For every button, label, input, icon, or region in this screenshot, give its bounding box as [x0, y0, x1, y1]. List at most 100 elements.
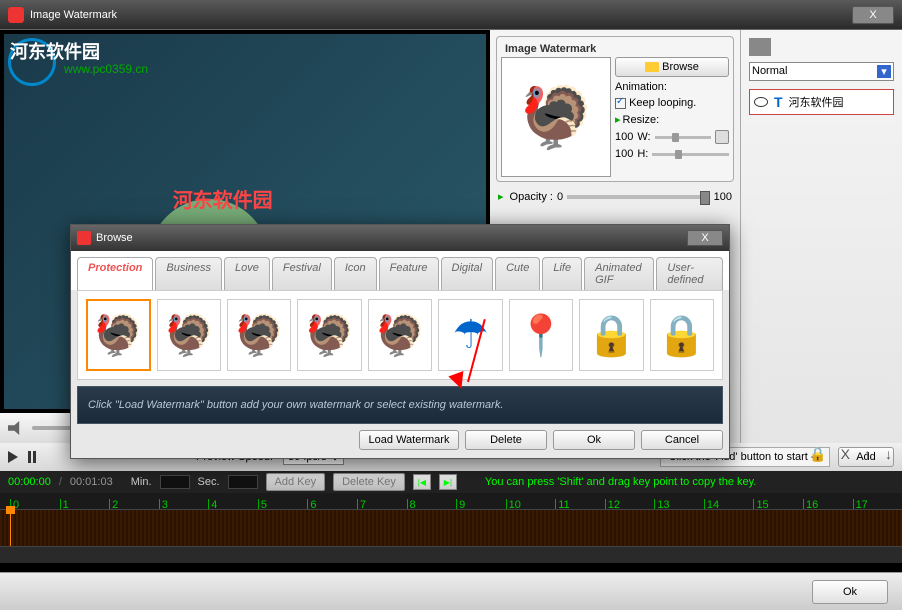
gallery-item[interactable]: 📍 — [509, 299, 573, 371]
ruler-tick: 3 — [159, 499, 209, 509]
layer-label: 河东软件园 — [789, 94, 844, 110]
app-icon — [8, 7, 24, 23]
footer-ok-button[interactable]: Ok — [812, 580, 888, 604]
resize-label: ▸Resize: — [615, 113, 729, 126]
gallery-item[interactable]: 🔒 — [650, 299, 714, 371]
category-tabs: ProtectionBusinessLoveFestivalIconFeatur… — [71, 251, 729, 290]
ruler-tick: 8 — [407, 499, 457, 509]
time-total: 00:01:03 — [70, 476, 113, 488]
ruler-tick: 7 — [357, 499, 407, 509]
visibility-icon[interactable] — [754, 97, 768, 107]
play-button[interactable] — [8, 451, 18, 463]
layer-tools: 🔒 X ↑ ↓ — [809, 446, 892, 463]
animation-label: Animation: — [615, 81, 729, 93]
ruler-tick: 14 — [704, 499, 754, 509]
pause-button[interactable] — [28, 451, 36, 463]
move-down-button[interactable]: ↓ — [885, 446, 892, 463]
min-input[interactable] — [160, 475, 190, 489]
add-key-button[interactable]: Add Key — [266, 473, 326, 491]
tab-protection[interactable]: Protection — [77, 257, 153, 290]
watermark-thumbnail[interactable]: 🦃 — [501, 57, 611, 177]
gallery-item[interactable]: 🦃 — [86, 299, 151, 371]
layers-icon[interactable] — [749, 38, 771, 56]
opacity-row: ▸Opacity :0 100 — [496, 188, 734, 205]
turkey-icon: 🦃 — [519, 82, 594, 153]
dialog-buttons: Load Watermark Delete Ok Cancel — [71, 430, 729, 458]
lock-layer-button[interactable]: 🔒 — [809, 446, 826, 463]
tab-animated-gif[interactable]: Animated GIF — [584, 257, 654, 290]
ruler-tick: 12 — [605, 499, 655, 509]
logo-url: www.pc0359.cn — [64, 62, 148, 76]
browse-dialog: Browse X ProtectionBusinessLoveFestivalI… — [70, 224, 730, 459]
tab-icon[interactable]: Icon — [334, 257, 377, 290]
ruler-tick: 16 — [803, 499, 853, 509]
ruler-tick: 17 — [853, 499, 902, 509]
gallery-item[interactable]: 🦃 — [368, 299, 432, 371]
ruler-tick: 9 — [456, 499, 506, 509]
timeline-header: 00:00:00 / 00:01:03 Min. Sec. Add Key De… — [0, 471, 902, 493]
gallery-item[interactable]: 🔒 — [579, 299, 643, 371]
window-title: Image Watermark — [30, 9, 117, 21]
next-key-button[interactable]: ▶| — [439, 474, 457, 490]
delete-layer-button[interactable]: X — [841, 446, 850, 463]
tab-life[interactable]: Life — [542, 257, 582, 290]
dialog-title: Browse — [96, 232, 133, 244]
gallery-item[interactable]: 🦃 — [157, 299, 221, 371]
ruler-tick: 2 — [109, 499, 159, 509]
watermark-overlay-text: 河东软件园 — [173, 184, 273, 213]
folder-icon — [645, 62, 659, 72]
layers-panel: Normal▾ T 河东软件园 — [740, 30, 902, 443]
height-row: 100 H: — [615, 148, 729, 160]
timeline-scrollbar[interactable] — [0, 547, 902, 563]
tab-feature[interactable]: Feature — [379, 257, 439, 290]
width-row: 100 W: — [615, 130, 729, 144]
ruler-tick: 1 — [60, 499, 110, 509]
tab-business[interactable]: Business — [155, 257, 222, 290]
timeline-track[interactable] — [0, 509, 902, 547]
gallery-item[interactable]: 🦃 — [227, 299, 291, 371]
tab-festival[interactable]: Festival — [272, 257, 332, 290]
tab-user-defined[interactable]: User-defined — [656, 257, 723, 290]
time-current: 00:00:00 — [8, 476, 51, 488]
gallery-item[interactable]: ☂ — [438, 299, 502, 371]
volume-icon[interactable] — [8, 421, 24, 435]
prev-key-button[interactable]: |◀ — [413, 474, 431, 490]
move-up-button[interactable]: ↑ — [864, 446, 871, 463]
aspect-lock-button[interactable] — [715, 130, 729, 144]
load-watermark-button[interactable]: Load Watermark — [359, 430, 459, 450]
watermark-layer-item[interactable]: T 河东软件园 — [749, 89, 894, 115]
opacity-slider[interactable] — [567, 195, 710, 199]
ruler-tick: 4 — [208, 499, 258, 509]
ruler-tick: 6 — [307, 499, 357, 509]
ruler-tick: 11 — [555, 499, 605, 509]
ruler-tick: 0 — [10, 499, 60, 509]
dialog-close-button[interactable]: X — [687, 230, 723, 246]
height-slider[interactable] — [652, 153, 729, 156]
keep-looping-row: Keep looping. — [615, 97, 729, 109]
delete-key-button[interactable]: Delete Key — [333, 473, 405, 491]
logo-text: 河东软件园 — [10, 38, 100, 64]
tab-digital[interactable]: Digital — [441, 257, 494, 290]
ruler-tick: 10 — [506, 499, 556, 509]
gallery-item[interactable]: 🦃 — [297, 299, 361, 371]
window-close-button[interactable]: X — [852, 6, 894, 24]
keep-looping-checkbox[interactable] — [615, 98, 626, 109]
chevron-down-icon: ▾ — [877, 65, 891, 78]
cancel-button[interactable]: Cancel — [641, 430, 723, 450]
timeline-ruler[interactable]: 01234567891011121314151617 — [0, 493, 902, 509]
footer-bar: Ok — [0, 572, 902, 610]
blend-mode-dropdown[interactable]: Normal▾ — [749, 62, 894, 81]
ruler-tick: 15 — [753, 499, 803, 509]
tab-love[interactable]: Love — [224, 257, 270, 290]
sec-input[interactable] — [228, 475, 258, 489]
playhead[interactable] — [10, 510, 11, 546]
panel-title: Image Watermark — [501, 41, 729, 57]
ruler-tick: 13 — [654, 499, 704, 509]
timeline-hint: You can press 'Shift' and drag key point… — [485, 476, 756, 488]
ok-button[interactable]: Ok — [553, 430, 635, 450]
browse-button[interactable]: Browse — [615, 57, 729, 77]
delete-button[interactable]: Delete — [465, 430, 547, 450]
width-slider[interactable] — [655, 136, 711, 139]
main-titlebar: Image Watermark X — [0, 0, 902, 30]
tab-cute[interactable]: Cute — [495, 257, 540, 290]
